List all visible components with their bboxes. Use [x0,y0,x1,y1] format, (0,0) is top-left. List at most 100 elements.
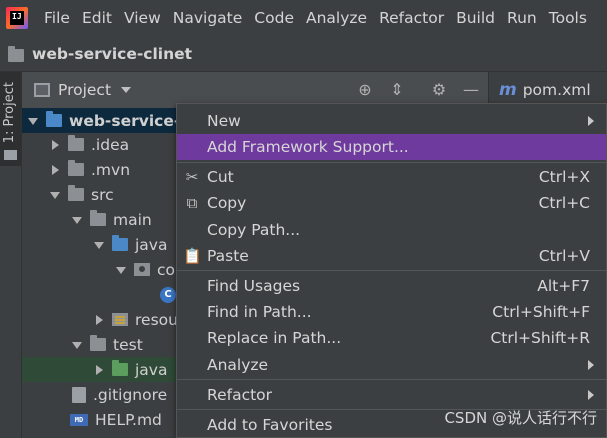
menu-separator [177,162,606,163]
project-view-icon [34,83,50,97]
folder-icon [90,335,106,351]
tree-row-label: web-service-c [69,111,190,130]
shortcut-label: Ctrl+Shift+R [490,329,590,347]
context-menu-replace-in-path[interactable]: Replace in Path... Ctrl+Shift+R [177,325,606,351]
context-menu-new[interactable]: New [177,108,606,134]
context-menu-refactor[interactable]: Refactor [177,382,606,408]
source-folder-icon [112,235,128,251]
context-menu-label: Add Framework Support... [207,138,409,156]
logo-text: IJ [12,12,22,21]
submenu-arrow-icon [588,116,594,126]
context-menu-label: Cut [207,168,234,186]
left-tool-strip: 1: Project [0,72,22,438]
menu-analyze[interactable]: Analyze [300,0,373,36]
shortcut-label: Ctrl+Shift+F [492,303,590,321]
context-menu-label: Replace in Path... [207,329,342,347]
expand-arrow-icon[interactable] [116,265,126,275]
tree-row-label: HELP.md [95,410,162,429]
menu-refactor[interactable]: Refactor [373,0,450,36]
collapse-all-icon[interactable]: ⇕ [388,81,406,99]
markdown-file-icon: MD [70,413,88,426]
folder-icon [68,135,84,151]
tree-row-label: java [135,360,168,379]
menu-view[interactable]: View [118,0,167,36]
expand-arrow-icon[interactable] [50,190,60,200]
tree-row-label: src [91,185,114,204]
context-menu-find-in-path[interactable]: Find in Path... Ctrl+Shift+F [177,299,606,325]
context-menu-analyze[interactable]: Analyze [177,352,606,378]
editor-tab-label: pom.xml [522,81,591,99]
menu-separator [177,270,606,271]
gitignore-file-icon [72,386,86,403]
shortcut-label: Alt+F7 [537,277,590,295]
tree-row-label: main [113,210,152,229]
watermark: CSDN @说人话行不行 [444,409,597,427]
context-menu-label: Refactor [207,386,273,404]
menu-run[interactable]: Run [501,0,543,36]
folder-icon [68,185,84,201]
copy-icon: ⧉ [186,194,198,212]
folder-icon [4,150,17,160]
submenu-arrow-icon [588,390,594,400]
menu-file[interactable]: File [38,0,76,36]
context-menu-label: Add to Favorites [207,416,333,434]
navigation-bar: web-service-clinet [0,36,607,72]
menu-build[interactable]: Build [450,0,501,36]
expand-arrow-icon[interactable] [94,364,104,375]
context-menu-label: Copy [207,194,247,212]
menu-tools[interactable]: Tools [543,0,593,36]
shortcut-label: Ctrl+V [538,247,590,265]
tree-row-label: co [157,260,176,279]
paste-icon: 📋 [183,247,202,265]
shortcut-label: Ctrl+C [538,194,590,212]
context-menu-label: New [207,112,241,130]
test-source-folder-icon [112,360,128,376]
context-menu-copy-path[interactable]: Copy Path... [177,217,606,243]
context-menu-label: Analyze [207,356,269,374]
minimize-icon[interactable]: — [462,81,480,99]
project-tool-tab-label: 1: Project [2,82,17,144]
tree-row-label: test [113,335,143,354]
expand-arrow-icon[interactable] [72,340,82,350]
context-menu-add-framework-support[interactable]: Add Framework Support... [177,134,606,160]
project-tool-tab[interactable]: 1: Project [0,72,21,166]
expand-arrow-icon[interactable] [94,240,104,250]
menu-bar: IJ File Edit View Navigate Code Analyze … [0,0,607,36]
tree-row-label: java [135,235,168,254]
intellij-logo-icon: IJ [6,7,28,29]
context-menu-paste[interactable]: 📋 Paste Ctrl+V [177,243,606,269]
locate-icon[interactable]: ⊕ [356,81,374,99]
context-menu-label: Find in Path... [207,303,312,321]
chevron-down-icon[interactable] [121,87,132,93]
expand-arrow-icon[interactable] [72,215,82,225]
menu-separator [177,379,606,380]
folder-icon [68,160,84,176]
class-icon: C [160,286,176,303]
package-icon [134,263,150,276]
resources-folder-icon [112,313,128,326]
module-folder-icon [46,111,62,127]
context-menu-copy[interactable]: ⧉ Copy Ctrl+C [177,190,606,216]
tree-row-label: resou [135,310,178,329]
breadcrumb-project[interactable]: web-service-clinet [32,45,192,63]
context-menu-label: Copy Path... [207,221,301,239]
tree-row-label: .gitignore [93,385,168,404]
menu-edit[interactable]: Edit [76,0,118,36]
expand-arrow-icon[interactable] [50,139,60,150]
shortcut-label: Ctrl+X [538,168,590,186]
context-menu-find-usages[interactable]: Find Usages Alt+F7 [177,273,606,299]
scissors-icon: ✂ [185,168,199,186]
context-menu: New Add Framework Support... ✂ Cut Ctrl+… [176,103,607,438]
menu-code[interactable]: Code [248,0,300,36]
menu-navigate[interactable]: Navigate [167,0,249,36]
project-view-label[interactable]: Project [58,81,111,99]
maven-file-icon: m [499,80,517,100]
project-folder-icon [8,45,24,62]
gear-icon[interactable]: ⚙ [430,81,448,99]
context-menu-label: Find Usages [207,277,301,295]
expand-arrow-icon[interactable] [94,314,104,325]
expand-arrow-icon[interactable] [28,116,38,126]
context-menu-cut[interactable]: ✂ Cut Ctrl+X [177,164,606,190]
context-menu-label: Paste [207,247,249,265]
expand-arrow-icon[interactable] [50,164,60,175]
